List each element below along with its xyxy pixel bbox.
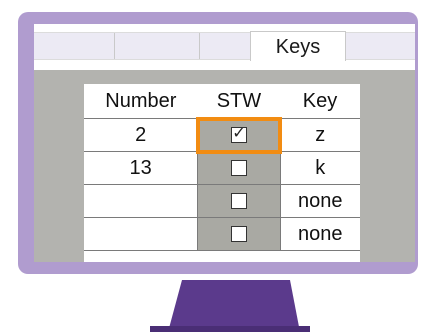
illustration: Keys Number STW Key 2 ✓ z 13 k none none xyxy=(0,0,438,332)
keys-panel: Number STW Key 2 ✓ z 13 k none none xyxy=(34,70,415,262)
tab-keys[interactable]: Keys xyxy=(250,31,346,61)
monitor-screen: Keys Number STW Key 2 ✓ z 13 k none none xyxy=(34,24,415,262)
table-row: none xyxy=(84,217,360,251)
checkbox-unchecked-icon[interactable] xyxy=(230,226,247,243)
cell-stw[interactable] xyxy=(197,151,281,185)
column-header-number[interactable]: Number xyxy=(84,84,198,119)
cell-key[interactable]: none xyxy=(280,217,360,251)
cell-key[interactable]: z xyxy=(280,118,360,152)
table-header-row: Number STW Key xyxy=(84,84,360,119)
tab-1[interactable] xyxy=(34,33,115,59)
table-row: 13 k xyxy=(84,151,360,185)
keys-table-container: Number STW Key 2 ✓ z 13 k none none xyxy=(84,84,360,262)
checkbox-unchecked-icon[interactable] xyxy=(230,193,247,210)
column-header-stw[interactable]: STW xyxy=(197,84,281,119)
cell-number[interactable]: 13 xyxy=(84,151,198,185)
tab-3[interactable] xyxy=(200,33,251,59)
cell-key[interactable]: none xyxy=(280,184,360,218)
column-header-key[interactable]: Key xyxy=(280,84,360,119)
keys-table: Number STW Key 2 ✓ z 13 k none none xyxy=(84,84,360,251)
cell-stw-highlighted[interactable]: ✓ xyxy=(195,116,283,154)
table-row: none xyxy=(84,184,360,218)
cell-number[interactable]: 2 xyxy=(84,118,198,152)
cell-number[interactable] xyxy=(84,217,198,251)
cell-key[interactable]: k xyxy=(280,151,360,185)
checkbox-checked-icon[interactable]: ✓ xyxy=(230,126,247,144)
tab-bar: Keys xyxy=(34,31,415,61)
table-row: 2 ✓ z xyxy=(84,116,360,154)
checkbox-unchecked-icon[interactable] xyxy=(230,160,247,177)
monitor-stand-neck xyxy=(168,280,300,332)
cell-number[interactable] xyxy=(84,184,198,218)
cell-stw[interactable] xyxy=(197,217,281,251)
tab-2[interactable] xyxy=(115,33,200,59)
monitor-stand-base xyxy=(150,326,310,332)
cell-stw[interactable] xyxy=(197,184,281,218)
